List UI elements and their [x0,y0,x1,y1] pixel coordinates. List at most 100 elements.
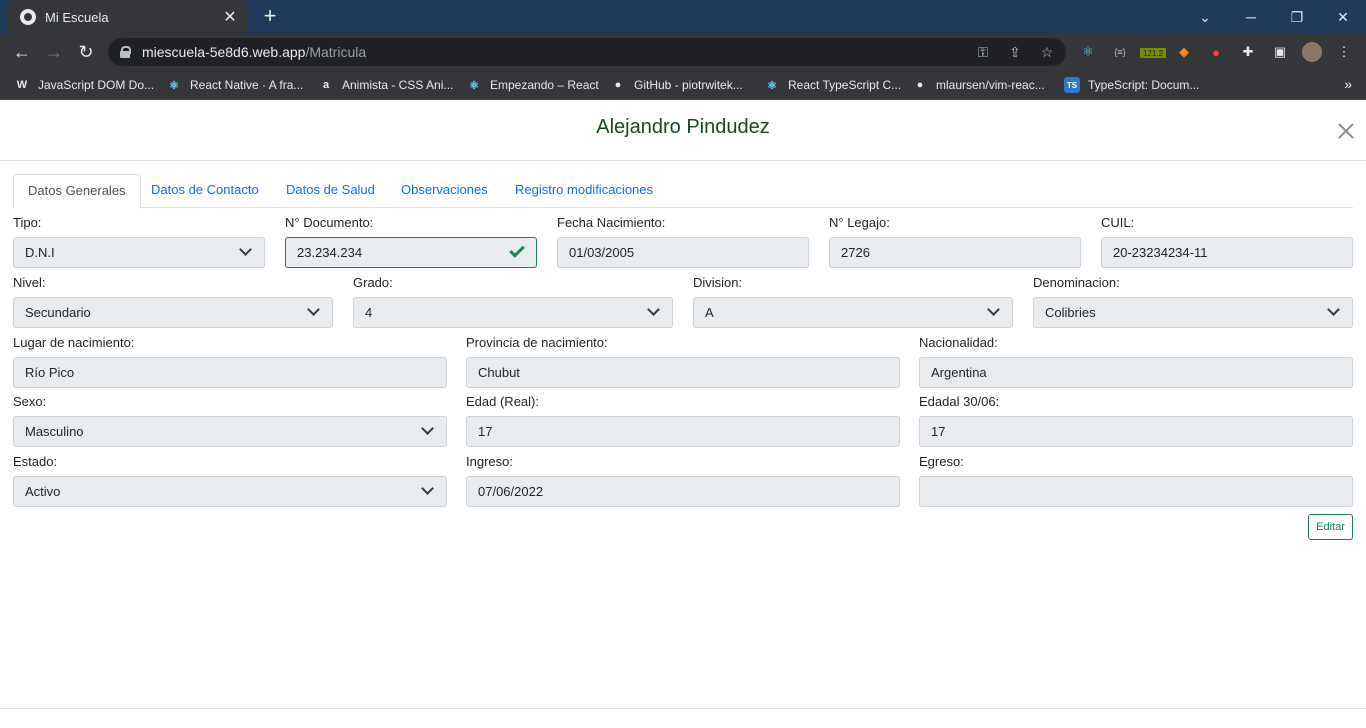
typescript-icon: TS [1064,77,1080,93]
lugar-nacimiento-input[interactable]: Río Pico [13,357,447,388]
tab-datos-salud[interactable]: Datos de Salud [272,174,389,208]
page-content: Alejandro Pindudez Datos Generales Datos… [0,104,1366,728]
tab-datos-contacto[interactable]: Datos de Contacto [137,174,273,208]
egreso-input[interactable] [919,476,1353,507]
chevron-down-icon [647,303,660,316]
bookmark-star-icon[interactable]: ☆ [1038,43,1056,61]
browser-tab[interactable]: Mi Escuela ✕ [8,0,248,34]
chevron-down-icon [1327,303,1340,316]
provincia-nacimiento-input[interactable]: Chubut [466,357,900,388]
division-value: A [705,305,714,320]
forward-icon[interactable]: → [42,40,66,64]
profile-avatar[interactable] [1302,42,1322,62]
reload-icon[interactable]: ↻ [74,40,98,64]
cuil-label: CUIL: [1101,215,1135,230]
chrome-menu-icon[interactable]: ⋮ [1334,42,1354,62]
close-icon[interactable] [1336,121,1356,141]
key-icon[interactable]: ⚿ [974,43,992,61]
chevron-down-icon [987,303,1000,316]
bookmark-label: mlaursen/vim-reac... [936,78,1045,92]
nivel-select[interactable]: Secundario [13,297,333,328]
denominacion-select[interactable]: Colibries [1033,297,1353,328]
restore-icon[interactable]: ❐ [1274,0,1320,34]
bookmark-label: JavaScript DOM Do... [38,78,155,92]
sexo-select[interactable]: Masculino [13,416,447,447]
tab-bar: Datos Generales Datos de Contacto Datos … [13,174,1353,209]
cuil-input[interactable]: 20-23234234-11 [1101,237,1353,268]
bookmark-item[interactable]: ⚛ React TypeScript C... [764,76,901,94]
edad-3006-label: Edadal 30/06: [919,394,1000,409]
bookmark-icon: W [16,79,28,91]
provincia-nacimiento-label: Provincia de nacimiento: [466,335,608,350]
ingreso-input[interactable]: 07/06/2022 [466,476,900,507]
react-devtools-icon[interactable]: ⚛ [1078,42,1098,62]
page-title: Alejandro Pindudez [596,116,770,138]
adblock-icon[interactable]: ● [1206,42,1226,62]
chevron-down-icon [239,243,252,256]
github-icon: ● [916,79,924,91]
bookmark-label: React Native · A fra... [190,78,304,92]
extensions-puzzle-icon[interactable]: ✚ [1238,42,1258,62]
close-window-icon[interactable]: ✕ [1320,0,1366,34]
legajo-label: N° Legajo: [829,215,890,230]
estado-value: Activo [25,484,61,499]
tab-registro-modificaciones[interactable]: Registro modificaciones [501,174,667,208]
footer-divider [0,708,1366,709]
grado-select[interactable]: 4 [353,297,673,328]
documento-input[interactable]: 23.234.234 [285,237,537,268]
tab-observaciones[interactable]: Observaciones [387,174,502,208]
minimize-icon[interactable]: ─ [1228,0,1274,34]
tipo-select[interactable]: D.N.I [13,237,265,268]
documento-value: 23.234.234 [297,245,363,260]
denominacion-value: Colibries [1045,305,1096,320]
bookmark-item[interactable]: ⚛ React Native · A fra... [166,76,303,94]
bookmark-item[interactable]: W JavaScript DOM Do... [14,76,154,94]
check-icon [509,242,525,258]
sexo-value: Masculino [25,424,84,439]
nivel-value: Secundario [25,305,91,320]
egreso-label: Egreso: [919,454,964,469]
bookmarks-overflow-icon[interactable]: » [1344,76,1352,92]
chevron-down-icon [421,482,434,495]
bookmark-item[interactable]: ● GitHub - piotrwitek... [610,76,743,94]
new-tab-button[interactable]: + [258,5,282,29]
tab-close-icon[interactable]: ✕ [218,7,242,27]
bookmark-label: Empezando – React [490,78,599,92]
bookmark-icon: ⚛ [469,79,479,92]
fecha-nacimiento-input[interactable]: 01/03/2005 [557,237,809,268]
estado-select[interactable]: Activo [13,476,447,507]
edad-real-input[interactable]: 17 [466,416,900,447]
bookmark-item[interactable]: a Animista - CSS Ani... [318,76,453,94]
lock-icon [120,46,131,58]
bookmark-item[interactable]: ● mlaursen/vim-reac... [912,76,1045,94]
denominacion-label: Denominacion: [1033,275,1120,290]
extension-icon[interactable]: {≡} [1110,42,1130,62]
metamask-icon[interactable]: ◆ [1174,42,1194,62]
tipo-label: Tipo: [13,215,42,230]
grado-label: Grado: [353,275,393,290]
url-path: /Matricula [305,44,367,60]
edit-button[interactable]: Editar [1308,514,1353,540]
tab-search-icon[interactable]: ⌄ [1182,0,1228,34]
bookmark-item[interactable]: TS TypeScript: Docum... [1064,76,1199,94]
back-icon[interactable]: ← [10,40,34,64]
browser-toolbar: ← → ↻ miescuela-5e8d6.web.app /Matricula… [0,34,1366,70]
legajo-input[interactable]: 2726 [829,237,1081,268]
tab-datos-generales[interactable]: Datos Generales [13,174,141,209]
address-bar[interactable]: miescuela-5e8d6.web.app /Matricula ⚿ ⇪ ☆ [108,38,1066,66]
bookmark-label: React TypeScript C... [788,78,902,92]
extension-badge[interactable]: 121.2 [1140,48,1166,58]
side-panel-icon[interactable]: ▣ [1270,42,1290,62]
tipo-value: D.N.I [25,245,55,260]
division-select[interactable]: A [693,297,1013,328]
favicon-icon [20,9,36,25]
division-label: Division: [693,275,743,290]
ingreso-label: Ingreso: [466,454,513,469]
bookmark-icon: ⚛ [767,79,777,92]
bookmark-item[interactable]: ⚛ Empezando – React [466,76,599,94]
share-icon[interactable]: ⇪ [1006,43,1024,61]
nacionalidad-input[interactable]: Argentina [919,357,1353,388]
edad-3006-input[interactable]: 17 [919,416,1353,447]
url-host: miescuela-5e8d6.web.app [142,44,306,60]
chevron-down-icon [307,303,320,316]
